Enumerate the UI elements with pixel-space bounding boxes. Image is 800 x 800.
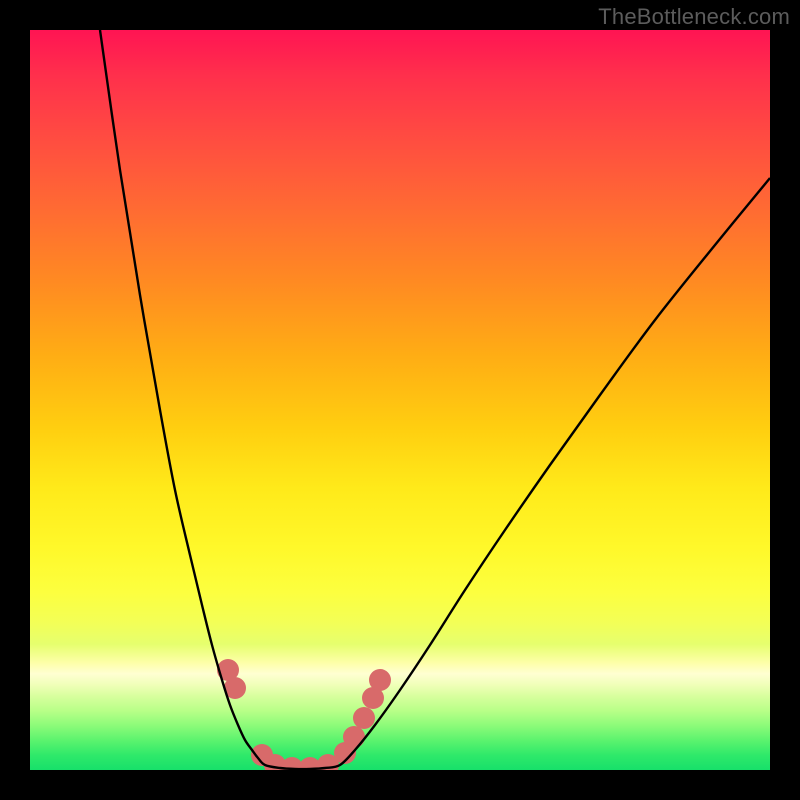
curve-marker	[353, 707, 375, 729]
marker-cluster	[217, 659, 391, 770]
outer-frame: TheBottleneck.com	[0, 0, 800, 800]
curve-path	[100, 30, 770, 769]
plot-area	[30, 30, 770, 770]
bottleneck-curve	[30, 30, 770, 770]
watermark-text: TheBottleneck.com	[598, 4, 790, 30]
curve-marker	[369, 669, 391, 691]
curve-marker	[343, 726, 365, 748]
